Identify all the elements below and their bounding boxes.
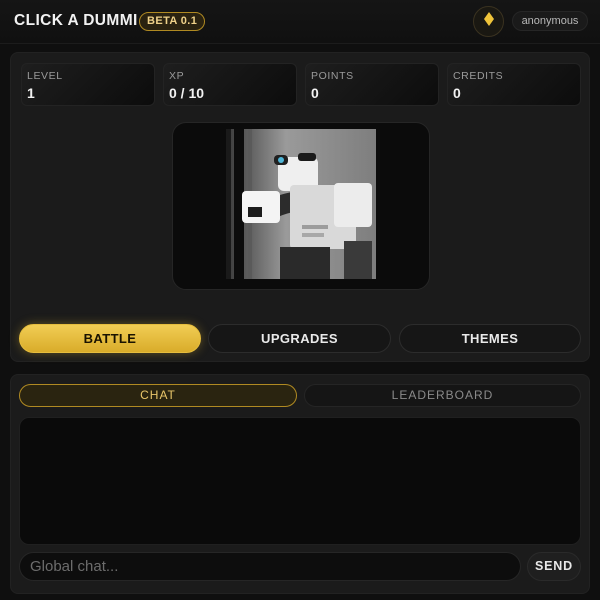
dummy-frame[interactable] xyxy=(172,122,430,290)
tab-themes[interactable]: THEMES xyxy=(399,324,581,353)
stat-value: 0 xyxy=(453,85,461,101)
stat-xp: XP 0 / 10 xyxy=(163,63,297,106)
dummy-character-image[interactable] xyxy=(226,129,376,279)
username-pill[interactable]: anonymous xyxy=(512,11,588,31)
gem-button[interactable] xyxy=(473,6,504,37)
top-bar: CLICK A DUMMI BETA 0.1 anonymous xyxy=(0,0,600,44)
stat-points: POINTS 0 xyxy=(305,63,439,106)
chat-messages-area[interactable] xyxy=(19,417,581,545)
stat-value: 0 xyxy=(311,85,319,101)
tab-chat[interactable]: CHAT xyxy=(19,384,297,407)
stat-label: CREDITS xyxy=(453,70,504,82)
tab-leaderboard[interactable]: LEADERBOARD xyxy=(304,384,581,407)
tab-battle[interactable]: BATTLE xyxy=(19,324,201,353)
stat-value: 1 xyxy=(27,85,35,101)
stat-value: 0 / 10 xyxy=(169,85,205,101)
send-button[interactable]: SEND xyxy=(527,552,581,581)
game-panel: LEVEL 1 XP 0 / 10 POINTS 0 CREDITS 0 BAT… xyxy=(10,52,590,362)
diamond-icon xyxy=(483,12,494,31)
chat-panel: CHAT LEADERBOARD SEND xyxy=(10,374,590,594)
version-badge: BETA 0.1 xyxy=(139,12,206,31)
tab-upgrades[interactable]: UPGRADES xyxy=(208,324,391,353)
stat-credits: CREDITS 0 xyxy=(447,63,581,106)
stat-label: XP xyxy=(169,70,185,82)
chat-input[interactable] xyxy=(19,552,521,581)
stat-label: LEVEL xyxy=(27,70,63,82)
app-title: CLICK A DUMMI xyxy=(14,12,138,29)
stat-label: POINTS xyxy=(311,70,354,82)
stat-level: LEVEL 1 xyxy=(21,63,155,106)
